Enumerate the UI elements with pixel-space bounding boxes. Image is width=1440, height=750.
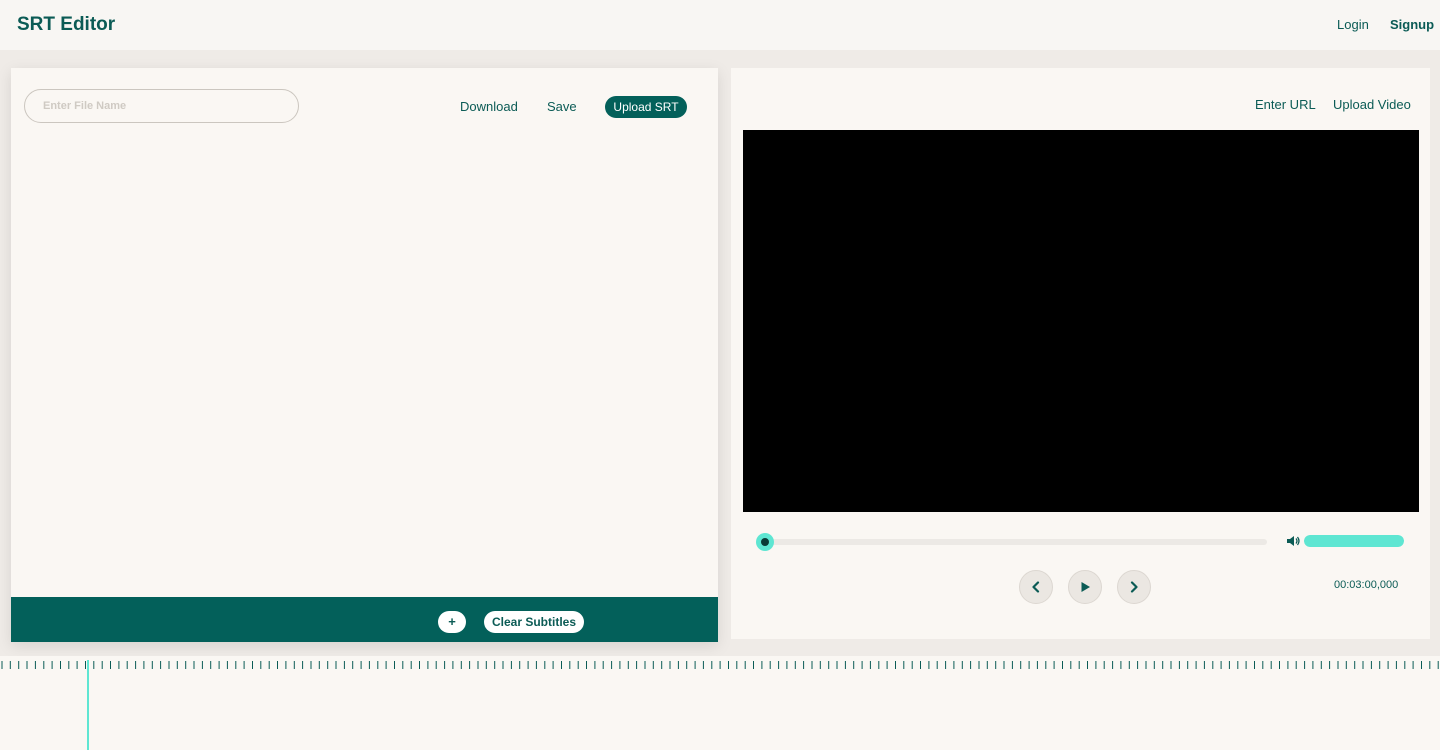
- time-readout: 00:03:00,000: [1334, 579, 1399, 591]
- upload-video-button[interactable]: Upload Video: [1333, 97, 1411, 112]
- next-button[interactable]: [1117, 570, 1151, 604]
- download-button[interactable]: Download: [460, 99, 518, 114]
- volume-slider[interactable]: [1304, 535, 1404, 547]
- chevron-right-icon: [1130, 581, 1138, 593]
- play-icon: [1081, 582, 1090, 592]
- timeline[interactable]: [0, 656, 1440, 750]
- volume-slider-fill: [1304, 535, 1404, 547]
- timeline-ruler: [1, 661, 1439, 669]
- login-link[interactable]: Login: [1337, 17, 1369, 32]
- previous-button[interactable]: [1019, 570, 1053, 604]
- video-viewport[interactable]: [743, 130, 1419, 512]
- app-title: SRT Editor: [17, 14, 116, 35]
- signup-link[interactable]: Signup: [1390, 17, 1434, 32]
- clear-subtitles-button[interactable]: Clear Subtitles: [484, 611, 584, 633]
- save-button[interactable]: Save: [547, 99, 577, 114]
- add-subtitle-button[interactable]: +: [438, 611, 466, 633]
- upload-srt-button[interactable]: Upload SRT: [605, 96, 687, 118]
- seek-handle[interactable]: [756, 533, 774, 551]
- file-name-input[interactable]: [24, 89, 299, 123]
- app-header: SRT Editor Login Signup: [0, 0, 1440, 50]
- play-button[interactable]: [1068, 570, 1102, 604]
- enter-url-button[interactable]: Enter URL: [1255, 97, 1316, 112]
- chevron-left-icon: [1032, 581, 1040, 593]
- subtitle-editor-panel: Download Save Upload SRT + Clear Subtitl…: [11, 68, 718, 642]
- video-player-panel: Enter URL Upload Video 00:03:00,000: [731, 68, 1430, 639]
- seek-bar[interactable]: [756, 533, 1267, 551]
- subtitle-list: [11, 138, 718, 597]
- volume-icon[interactable]: [1286, 534, 1300, 548]
- timeline-playhead[interactable]: [86, 660, 89, 750]
- editor-footer: + Clear Subtitles: [11, 597, 718, 642]
